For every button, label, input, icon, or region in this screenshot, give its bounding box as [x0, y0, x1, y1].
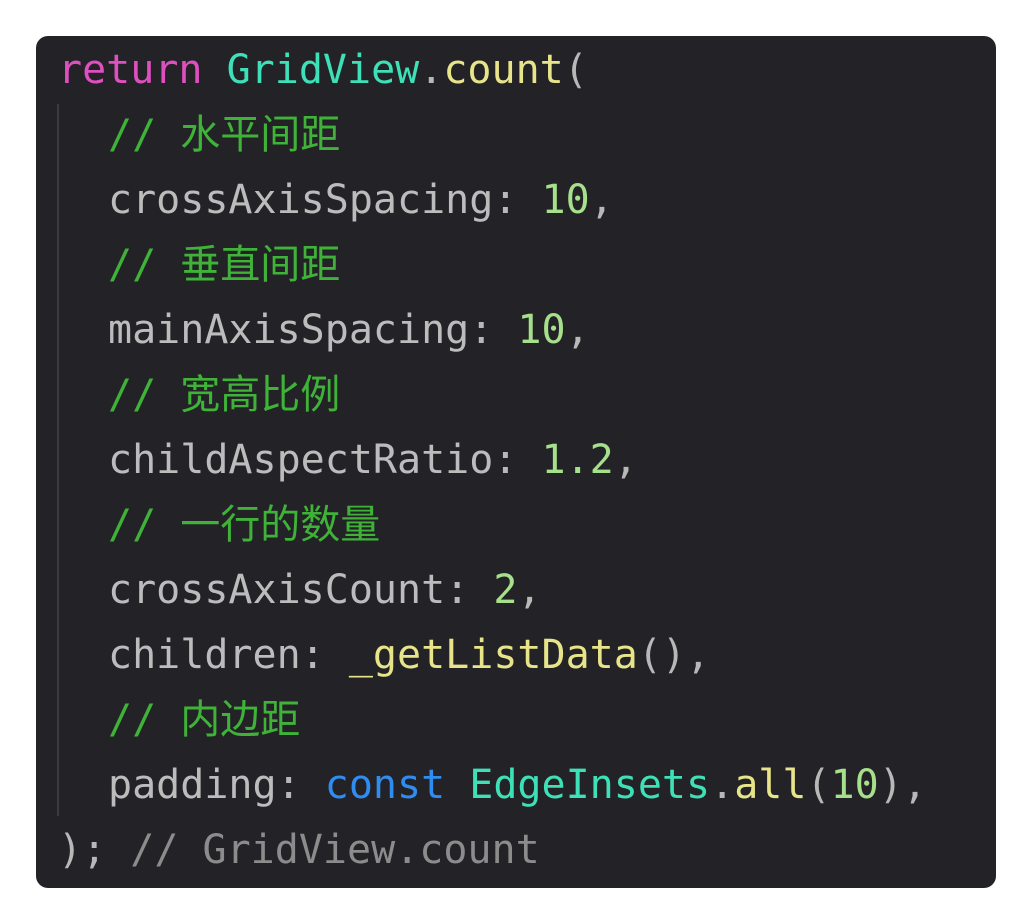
property-name: mainAxisSpacing — [108, 307, 470, 353]
colon: : — [493, 437, 542, 483]
colon: : — [300, 632, 349, 678]
code-line-1: return GridView.count( — [58, 38, 588, 102]
open-paren: ( — [563, 47, 588, 93]
comment: // 宽高比例 — [108, 372, 341, 418]
code-line-2: // 水平间距 — [58, 103, 340, 167]
property-name: crossAxisSpacing — [108, 177, 494, 223]
code-line-5: mainAxisSpacing: 10, — [58, 298, 590, 362]
open-paren: ( — [806, 762, 831, 808]
number-value: 10 — [541, 177, 590, 223]
code-line-13: ); // GridView.count — [58, 818, 540, 882]
call-parens: () — [637, 632, 686, 678]
close-paren: ) — [878, 762, 903, 808]
comma: , — [589, 177, 614, 223]
method-all: all — [734, 762, 807, 808]
code-line-7: childAspectRatio: 1.2, — [58, 428, 638, 492]
property-name: padding — [108, 762, 277, 808]
function-getlistdata: _getListData — [348, 632, 638, 678]
class-edgeinsets: EdgeInsets — [469, 762, 711, 808]
number-value: 10 — [517, 307, 566, 353]
property-name: childAspectRatio — [108, 437, 494, 483]
colon: : — [469, 307, 518, 353]
trailing-comment: // GridView.count — [130, 827, 540, 873]
code-editor: return GridView.count( // 水平间距 crossAxis… — [36, 36, 996, 888]
comment: // 一行的数量 — [108, 502, 381, 548]
colon: : — [276, 762, 325, 808]
comment: // 内边距 — [108, 697, 301, 743]
comma: , — [685, 632, 711, 678]
code-line-12: padding: const EdgeInsets.all(10), — [58, 753, 927, 817]
colon: : — [445, 567, 494, 613]
comma: , — [517, 567, 542, 613]
keyword-return: return — [58, 47, 203, 93]
closing-punctuation: ); — [58, 827, 107, 873]
code-line-8: // 一行的数量 — [58, 493, 380, 557]
code-line-9: crossAxisCount: 2, — [58, 558, 542, 622]
comma: , — [902, 762, 927, 808]
method-count: count — [443, 47, 564, 93]
code-line-10: children: _getListData(), — [58, 623, 710, 687]
number-value: 10 — [830, 762, 879, 808]
comment: // 垂直间距 — [108, 242, 341, 288]
number-value: 2 — [493, 567, 518, 613]
comma: , — [613, 437, 638, 483]
code-line-11: // 内边距 — [58, 688, 300, 752]
keyword-const: const — [324, 762, 446, 808]
comma: , — [565, 307, 590, 353]
number-value: 1.2 — [541, 437, 614, 483]
comment: // 水平间距 — [108, 112, 341, 158]
colon: : — [493, 177, 542, 223]
dot: . — [419, 47, 444, 93]
property-name: crossAxisCount — [108, 567, 446, 613]
code-block: return GridView.count( // 水平间距 crossAxis… — [36, 36, 996, 888]
code-line-6: // 宽高比例 — [58, 363, 340, 427]
property-name: children — [108, 632, 301, 678]
class-gridview: GridView — [226, 47, 420, 93]
code-line-4: // 垂直间距 — [58, 233, 340, 297]
dot: . — [710, 762, 735, 808]
code-line-3: crossAxisSpacing: 10, — [58, 168, 614, 232]
